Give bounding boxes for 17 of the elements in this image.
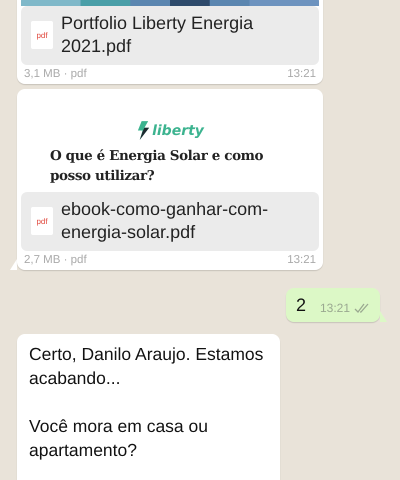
message-time: 13:21 — [287, 254, 316, 266]
file-info: 2,7 MB · pdf — [24, 254, 87, 266]
message-time: 13:21 — [287, 68, 316, 80]
pdf-file-icon: pdf — [31, 207, 53, 235]
message-time: 13:21 — [320, 300, 350, 316]
pdf-file-icon: pdf — [31, 21, 53, 49]
document-heading: O que é Energia Solar e como posso utilizar? — [50, 147, 264, 186]
file-info: 3,1 MB · pdf — [24, 68, 87, 80]
message-text: Você mora em casa ou apartamento? — [29, 415, 209, 462]
lightning-bolt-icon — [136, 121, 152, 140]
document-message[interactable]: liberty O que é Energia Solar e como posso utilizar? pdf ebook-como-ganhar-com-energia-solar.pdf 2,7 MB · pdf 13:21 — [17, 89, 323, 270]
message-text: 2 — [296, 294, 306, 316]
message-text: Certo, Danilo Araujo. Estamos acabando... — [29, 343, 264, 390]
file-name: ebook-como-ganhar-com-energia-solar.pdf — [61, 198, 270, 244]
logo-text: liberty — [152, 122, 204, 138]
document-message[interactable]: pdf Portfolio Liberty Energia 2021.pdf 3,1 MB · pdf 13:21 — [17, 0, 323, 84]
file-name: Portfolio Liberty Energia 2021.pdf — [61, 12, 254, 58]
